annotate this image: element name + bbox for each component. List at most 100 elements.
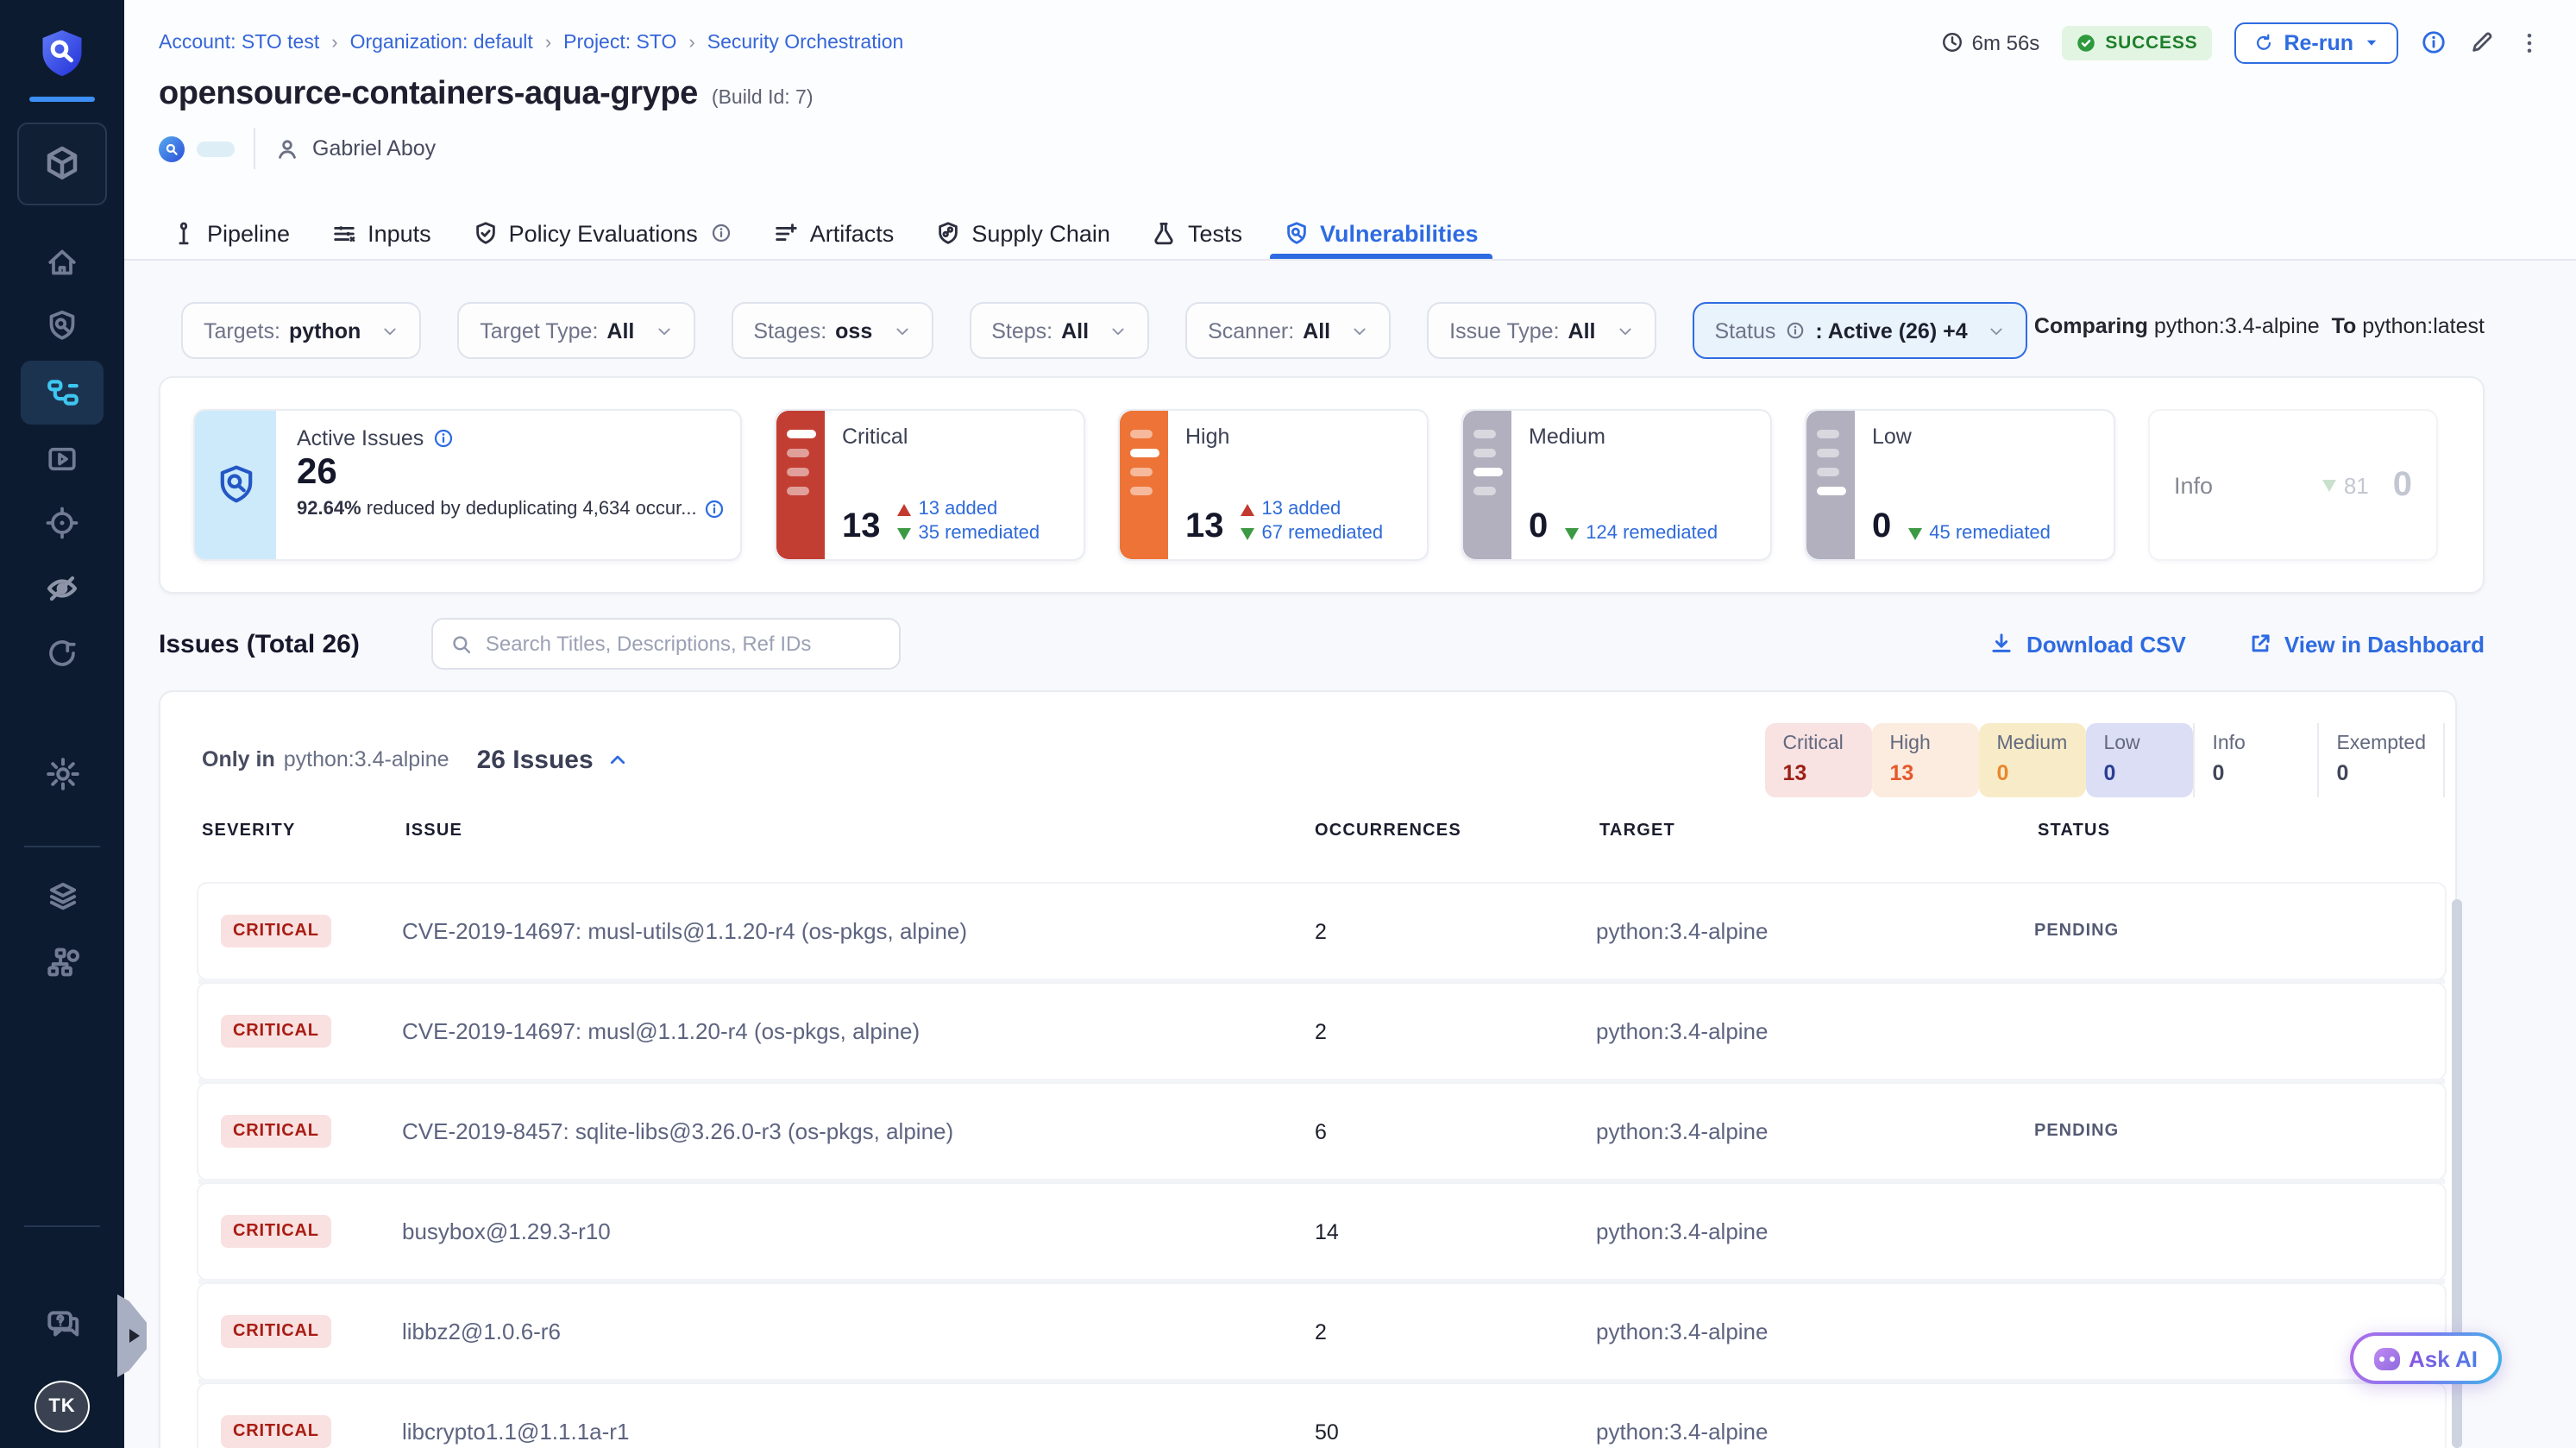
- tab-supply-chain[interactable]: Supply Chain: [935, 207, 1110, 259]
- execution-info-icon[interactable]: [2421, 29, 2447, 55]
- chevron-down-icon: [655, 322, 672, 339]
- filter-label: Targets:: [204, 318, 280, 343]
- tab-vulnerabilities[interactable]: Vulnerabilities: [1284, 207, 1479, 259]
- main-content: Account: STO test › Organization: defaul…: [124, 0, 2576, 1448]
- nav-layers-settings-icon[interactable]: [0, 878, 124, 915]
- target-cell: python:3.4-alpine: [1579, 1018, 2017, 1044]
- view-in-dashboard-label: View in Dashboard: [2284, 631, 2485, 657]
- policy-info-icon[interactable]: [712, 223, 732, 243]
- nav-get-started-icon[interactable]: [0, 637, 124, 671]
- triangle-down-icon: [898, 528, 912, 540]
- occurrences-cell: 2: [1284, 1319, 1579, 1344]
- filter-steps[interactable]: Steps: All: [969, 302, 1149, 359]
- target-cell: python:3.4-alpine: [1579, 1319, 2017, 1344]
- user-avatar[interactable]: TK: [35, 1381, 90, 1432]
- filter-value: All: [606, 318, 634, 343]
- filter-label: Target Type:: [480, 318, 598, 343]
- ask-ai-label: Ask AI: [2409, 1345, 2478, 1371]
- tab-pipeline[interactable]: Pipeline: [171, 207, 290, 259]
- target-cell: python:3.4-alpine: [1579, 1118, 2017, 1144]
- info-icon[interactable]: [704, 499, 725, 519]
- view-in-dashboard-button[interactable]: View in Dashboard: [2248, 631, 2485, 657]
- filters-row: Targets: python Target Type: All Stages:…: [181, 302, 2028, 359]
- target-cell: python:3.4-alpine: [1579, 918, 2017, 944]
- severity-chips: Critical13 High13 Medium0 Low0 Info0: [1765, 722, 2445, 796]
- chip-low[interactable]: Low0: [2086, 722, 2193, 796]
- chip-info[interactable]: Info0: [2193, 722, 2317, 796]
- table-row[interactable]: CRITICAL libbz2@1.0.6-r6 2 python:3.4-al…: [198, 1284, 2445, 1379]
- search-input[interactable]: [486, 632, 883, 656]
- chip-medium[interactable]: Medium0: [1979, 722, 2086, 796]
- table-row[interactable]: CRITICAL CVE-2019-14697: musl@1.1.20-r4 …: [198, 984, 2445, 1079]
- issue-group-header[interactable]: Only in python:3.4-alpine 26 Issues Crit…: [202, 721, 2445, 797]
- table-row[interactable]: CRITICAL busybox@1.29.3-r10 14 python:3.…: [198, 1184, 2445, 1279]
- filter-issue-type[interactable]: Issue Type: All: [1427, 302, 1656, 359]
- nav-targets-icon[interactable]: [0, 506, 124, 540]
- tab-policy-evaluations[interactable]: Policy Evaluations: [473, 207, 732, 259]
- only-in-label: Only in: [202, 747, 275, 771]
- tab-label: Tests: [1188, 220, 1242, 246]
- dedup-note: reduced by deduplicating 4,634 occur...: [361, 499, 697, 519]
- left-nav-sidebar: TK: [0, 0, 124, 1448]
- app-window: TK Account: STO test › Organization: def…: [0, 0, 2576, 1448]
- added-delta: 13 added: [1241, 501, 1384, 519]
- nav-settings-gear-icon[interactable]: [0, 756, 124, 792]
- table-row[interactable]: CRITICAL CVE-2019-14697: musl-utils@1.1.…: [198, 884, 2445, 979]
- nav-pipeline-settings-icon[interactable]: [0, 944, 124, 980]
- sto-shield-logo-icon[interactable]: [0, 28, 124, 79]
- tab-tests[interactable]: Tests: [1152, 207, 1242, 259]
- filter-target-type[interactable]: Target Type: All: [457, 302, 694, 359]
- triangle-down-icon: [1565, 528, 1579, 540]
- table-row[interactable]: CRITICAL libcrypto1.1@1.1.1a-r1 50 pytho…: [198, 1384, 2445, 1448]
- col-occurrences: OCCURRENCES: [1287, 822, 1582, 840]
- occurrences-cell: 2: [1284, 919, 1579, 943]
- filter-stages[interactable]: Stages: oss: [731, 302, 933, 359]
- download-csv-button[interactable]: Download CSV: [1990, 631, 2186, 657]
- check-circle-icon: [2076, 32, 2096, 53]
- remediated-delta: 35 remediated: [898, 525, 1040, 544]
- info-icon[interactable]: [432, 428, 453, 449]
- chip-high[interactable]: High13: [1872, 722, 1979, 796]
- info-remediated-delta: 81: [2323, 472, 2369, 498]
- severity-card-count: 0: [1529, 509, 1548, 544]
- sidebar-divider: [24, 1225, 100, 1227]
- rerun-button[interactable]: Re-run: [2234, 22, 2398, 63]
- breadcrumb-org-link[interactable]: Organization: default: [350, 32, 533, 53]
- nav-home-icon[interactable]: [0, 245, 124, 280]
- module-selector-cube-icon[interactable]: [17, 123, 107, 205]
- nav-hidden-eye-off-icon[interactable]: [0, 571, 124, 606]
- nav-executions-icon[interactable]: [0, 442, 124, 476]
- table-row[interactable]: CRITICAL CVE-2019-8457: sqlite-libs@3.26…: [198, 1084, 2445, 1179]
- col-target: TARGET: [1582, 822, 2020, 840]
- breadcrumb-project-link[interactable]: Project: STO: [563, 32, 676, 53]
- nav-security-scan-icon[interactable]: [0, 309, 124, 343]
- breadcrumb-account-link[interactable]: Account: STO test: [159, 32, 319, 53]
- breadcrumb-module-link[interactable]: Security Orchestration: [707, 32, 904, 53]
- filter-value: All: [1061, 318, 1089, 343]
- active-issues-shield-search-icon: [195, 411, 276, 559]
- chip-critical[interactable]: Critical13: [1765, 722, 1872, 796]
- table-body: CRITICAL CVE-2019-14697: musl-utils@1.1.…: [198, 884, 2445, 1448]
- chip-exempted[interactable]: Exempted0: [2317, 722, 2445, 796]
- comparing-source: python:3.4-alpine: [2154, 314, 2320, 338]
- issues-search[interactable]: [432, 618, 902, 670]
- tab-artifacts[interactable]: Artifacts: [774, 207, 895, 259]
- issue-cell: busybox@1.29.3-r10: [388, 1218, 1284, 1244]
- chevron-up-icon[interactable]: [607, 749, 628, 770]
- tab-inputs[interactable]: Inputs: [331, 207, 431, 259]
- search-icon: [451, 633, 474, 655]
- filter-targets[interactable]: Targets: python: [181, 302, 421, 359]
- duration-text: 6m 56s: [1972, 30, 2040, 54]
- filter-scanner[interactable]: Scanner: All: [1185, 302, 1391, 359]
- nav-help-chat-icon[interactable]: [0, 1306, 124, 1343]
- edit-pipeline-pencil-icon[interactable]: [2469, 29, 2495, 55]
- build-id: (Build Id: 7): [712, 88, 814, 109]
- filter-status[interactable]: Status : Active (26) +4: [1693, 302, 2028, 359]
- nav-pipelines-active-icon[interactable]: [21, 361, 104, 425]
- execution-tabs: Pipeline Inputs Policy Evaluations Artif…: [171, 207, 1479, 259]
- ask-ai-button[interactable]: Ask AI: [2350, 1332, 2502, 1384]
- flask-icon: [1152, 220, 1178, 246]
- user-icon: [274, 135, 300, 161]
- remediated-delta: 67 remediated: [1241, 525, 1384, 544]
- more-options-kebab-icon[interactable]: [2517, 30, 2541, 54]
